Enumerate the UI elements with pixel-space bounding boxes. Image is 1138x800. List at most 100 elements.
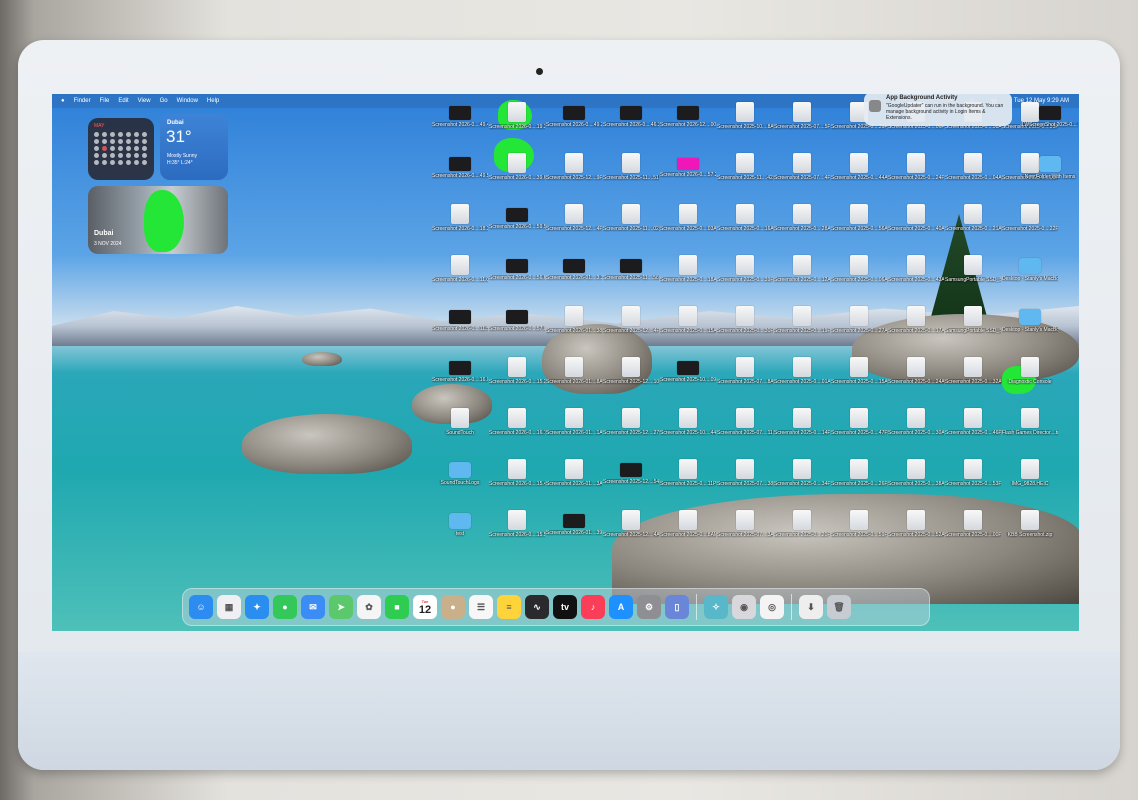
- system-settings-icon[interactable]: ⚙: [637, 595, 661, 619]
- desktop-file-icon[interactable]: Screenshot 2026-0....18.30PM: [432, 204, 488, 248]
- desktop-file-icon[interactable]: Desktop - Stanly's MacBook Air: [1002, 255, 1058, 299]
- desktop-file-icon[interactable]: Screenshot 2025-0....56AM: [831, 204, 887, 248]
- desktop-file-icon[interactable]: Screenshot 2026-12....00AM: [660, 102, 716, 146]
- desktop-file-icon[interactable]: Screenshot 2026-01....8AM: [546, 357, 602, 401]
- reminders-icon[interactable]: ☰: [469, 595, 493, 619]
- messages-icon[interactable]: ●: [273, 595, 297, 619]
- desktop-file-icon[interactable]: Screenshot 2025-07....5PM: [774, 102, 830, 146]
- stickies-icon[interactable]: ✧: [704, 595, 728, 619]
- desktop-file-icon[interactable]: Screenshot 2025-0....17AM: [888, 306, 944, 350]
- desktop-file-icon[interactable]: Screenshot 2025-0....15AM: [660, 306, 716, 350]
- chrome-icon[interactable]: ◎: [760, 595, 784, 619]
- menu-help[interactable]: Help: [207, 98, 219, 104]
- desktop-file-icon[interactable]: Screenshot 2025-0....59PM: [831, 510, 887, 554]
- menu-view[interactable]: View: [138, 98, 151, 104]
- desktop-file-icon[interactable]: Screenshot 2025-11....58PM: [603, 255, 659, 299]
- calendar-widget[interactable]: MAY: [88, 118, 154, 180]
- desktop-file-icon[interactable]: Screenshot 2026-0....56.66PM: [489, 255, 545, 299]
- music-icon[interactable]: ♪: [581, 595, 605, 619]
- desktop-file-icon[interactable]: New Folder With Items: [1022, 153, 1078, 197]
- desktop-file-icon[interactable]: Diagnostic Console: [1002, 357, 1058, 401]
- desktop-file-icon[interactable]: Screenshot 2025-0....40AM: [888, 204, 944, 248]
- freeform-icon[interactable]: ∿: [525, 595, 549, 619]
- desktop-file-icon[interactable]: Screenshot 2025-10....8AM: [717, 102, 773, 146]
- menu-file[interactable]: File: [100, 98, 110, 104]
- desktop-file-icon[interactable]: Screenshot 2025-0....28AM: [774, 204, 830, 248]
- app-store-icon[interactable]: A: [609, 595, 633, 619]
- photos-icon[interactable]: ✿: [357, 595, 381, 619]
- desktop-file-icon[interactable]: Screenshot 2025-12....4PM: [603, 306, 659, 350]
- desktop-file-icon[interactable]: Screenshot 2025-10....44PM: [660, 408, 716, 452]
- launchpad-icon[interactable]: ▦: [217, 595, 241, 619]
- desktop-file-icon[interactable]: Screenshot 2025-0....01AM: [774, 357, 830, 401]
- desktop-file-icon[interactable]: Screenshot 2025-0....12AM: [774, 255, 830, 299]
- desktop-file-icon[interactable]: Screenshot 2026-01....38AM: [546, 306, 602, 350]
- desktop-file-icon[interactable]: IMG_9828.HEIC: [1002, 459, 1058, 503]
- menu-edit[interactable]: Edit: [118, 98, 128, 104]
- desktop-file-icon[interactable]: Screenshot 2026-0....57.24PM: [660, 153, 716, 197]
- desktop-file-icon[interactable]: Screenshot 2025-0....30PM: [717, 306, 773, 350]
- notes-icon[interactable]: ≡: [497, 595, 521, 619]
- desktop-file-icon[interactable]: Screenshot 2025-11....51PM: [603, 153, 659, 197]
- desktop-file-icon[interactable]: Screenshot 2025-12....54AM: [603, 459, 659, 503]
- desktop-file-icon[interactable]: Screenshot 2026-0....16.00PM: [432, 357, 488, 401]
- desktop-file-icon[interactable]: Screenshot 2025-0....44AM: [831, 153, 887, 197]
- iphone-mirroring-icon[interactable]: ▯: [665, 595, 689, 619]
- finder-icon[interactable]: ☺: [189, 595, 213, 619]
- apple-icon[interactable]: ●: [61, 98, 65, 104]
- desktop-file-icon[interactable]: Screenshot 2025-12....4AM: [603, 510, 659, 554]
- desktop-file-icon[interactable]: Screenshot 2025-0....00PM: [945, 510, 1001, 554]
- desktop-file-icon[interactable]: Screenshot 2025-10....09PM: [660, 357, 716, 401]
- desktop-file-icon[interactable]: Screenshot 2025-0....32AM: [945, 357, 1001, 401]
- desktop-file-icon[interactable]: Screenshot 2026-0....59.53PM: [489, 204, 545, 248]
- desktop-file-icon[interactable]: Screenshot 2025-0....24PM: [888, 153, 944, 197]
- desktop-file-icon[interactable]: Screenshot 2025-0....30AM: [888, 408, 944, 452]
- desktop-file-icon[interactable]: Screenshot 2026-0....15.26PM: [489, 357, 545, 401]
- desktop-file-icon[interactable]: Screenshot 2025-0....46PM: [945, 408, 1001, 452]
- desktop-file-icon[interactable]: Screenshot 2025-11....42AM: [717, 153, 773, 197]
- desktop-file-icon[interactable]: Screenshot 2025-07....4PM: [774, 153, 830, 197]
- desktop-file-icon[interactable]: Screenshot 2025-0....20PM: [774, 510, 830, 554]
- desktop-file-icon[interactable]: Screenshot 2025-0....11PM: [660, 459, 716, 503]
- desktop-file-icon[interactable]: Screenshot 2026-0....49.52PM: [432, 153, 488, 197]
- desktop-file-icon[interactable]: Screenshot 2025-0....06AM: [831, 255, 887, 299]
- menu-go[interactable]: Go: [160, 98, 168, 104]
- desktop-file-icon[interactable]: test: [432, 510, 488, 554]
- desktop-file-icon[interactable]: Screenshot 2026-0....15.44PM: [489, 459, 545, 503]
- desktop-file-icon[interactable]: Screenshot 2025-0....52AM: [888, 510, 944, 554]
- desktop-file-icon[interactable]: Screenshot 2025-0....27AM: [831, 306, 887, 350]
- mail-icon[interactable]: ✉: [301, 595, 325, 619]
- desktop-file-icon[interactable]: Screenshot 2026-0....11.02PM: [432, 255, 488, 299]
- desktop-file-icon[interactable]: Screenshot 2025-0....53PM: [945, 459, 1001, 503]
- desktop-file-icon[interactable]: Screenshot 2025-0....21AM: [945, 204, 1001, 248]
- desktop-file-icon[interactable]: Screenshot 2025-0....39PM: [717, 255, 773, 299]
- desktop-file-icon[interactable]: Screenshot 2025-0....22PM: [1002, 204, 1058, 248]
- desktop-file-icon[interactable]: Screenshot 2025-07....3AM: [717, 510, 773, 554]
- desktop-file-icon[interactable]: Screenshot 2025-0....03AM: [660, 204, 716, 248]
- desktop-file-icon[interactable]: Screenshot 2026-0....11.58PM: [432, 306, 488, 350]
- menu-window[interactable]: Window: [177, 98, 198, 104]
- desktop-file-icon[interactable]: KBB Screenshot.zip: [1002, 510, 1058, 554]
- utility-icon[interactable]: ◉: [732, 595, 756, 619]
- desktop-file-icon[interactable]: Screenshot 2025-0....16AM: [717, 204, 773, 248]
- desktop-file-icon[interactable]: Screenshot 2026-0....15.55PM: [489, 510, 545, 554]
- desktop-file-icon[interactable]: Screenshot 2025-0....47PM: [831, 408, 887, 452]
- desktop-file-icon[interactable]: Screenshot 2025-07....8AM: [717, 357, 773, 401]
- notification-banner[interactable]: App Background Activity "GoogleUpdater" …: [864, 94, 1012, 126]
- desktop-file-icon[interactable]: Desktop - Stanly's MacBook Air - 1: [1002, 306, 1058, 350]
- desktop-file-icon[interactable]: Screenshot 2025-12....27PM: [603, 408, 659, 452]
- desktop-file-icon[interactable]: Screenshot 2025-0....8AM: [660, 510, 716, 554]
- desktop-file-icon[interactable]: Screenshot 2025-12....9PM: [546, 153, 602, 197]
- desktop-file-icon[interactable]: Screenshot 2026-0....49.40PM: [432, 102, 488, 146]
- calendar-icon[interactable]: Tue 12: [413, 595, 437, 619]
- desktop-file-icon[interactable]: Screenshot 2025-0....24AM: [888, 357, 944, 401]
- desktop-file-icon[interactable]: Screenshot 2025-0....43AM: [888, 255, 944, 299]
- contacts-icon[interactable]: ●: [441, 595, 465, 619]
- menu-finder[interactable]: Finder: [74, 98, 91, 104]
- desktop-file-icon[interactable]: Screenshot 2025-0....14PM: [774, 408, 830, 452]
- desktop-file-icon[interactable]: Screenshot 2025-0....04AM: [945, 153, 1001, 197]
- desktop-file-icon[interactable]: SamsungPortable SSD_Set....0.pkg: [945, 255, 1001, 299]
- maps-icon[interactable]: ➤: [329, 595, 353, 619]
- desktop-file-icon[interactable]: Screenshot 2026-01....39.56PM: [546, 510, 602, 554]
- facetime-icon[interactable]: ■: [385, 595, 409, 619]
